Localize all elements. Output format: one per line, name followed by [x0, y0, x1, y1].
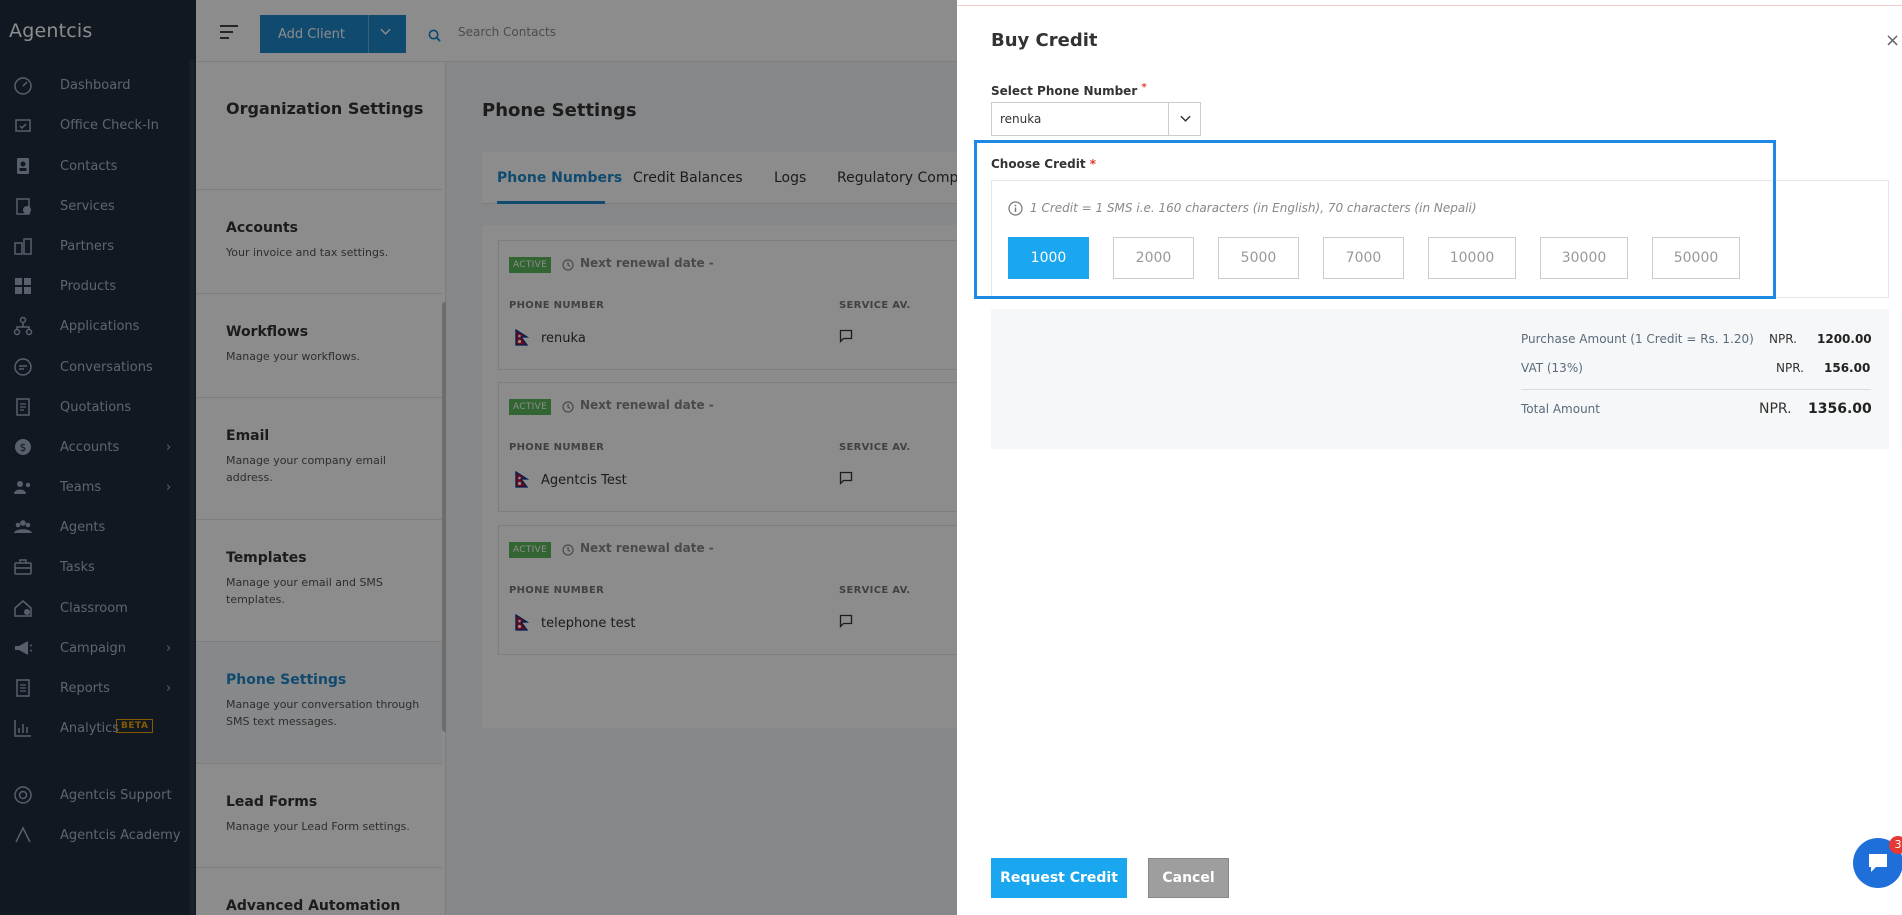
- price-summary: Purchase Amount (1 Credit = Rs. 1.20) NP…: [991, 309, 1889, 449]
- purchase-rate-note: (1 Credit = Rs. 1.20): [1630, 332, 1754, 346]
- select-phone-label: Select Phone Number *: [991, 82, 1147, 98]
- drawer-title: Buy Credit: [991, 30, 1098, 51]
- notification-count-badge: 3: [1889, 836, 1902, 854]
- select-phone-label-text: Select Phone Number: [991, 84, 1138, 98]
- cancel-button[interactable]: Cancel: [1148, 858, 1229, 898]
- buy-credit-drawer: Buy Credit × Select Phone Number * renuk…: [957, 5, 1902, 915]
- phone-number-select-value: renuka: [1000, 112, 1042, 126]
- vat-currency: NPR.: [1776, 361, 1804, 375]
- vat-value: 156.00: [1824, 361, 1871, 375]
- total-amount-label: Total Amount: [1521, 402, 1600, 416]
- summary-divider: [1521, 389, 1871, 390]
- phone-number-select[interactable]: renuka: [991, 102, 1201, 136]
- request-credit-button[interactable]: Request Credit: [991, 858, 1127, 898]
- total-currency: NPR.: [1759, 401, 1792, 417]
- purchase-amount-label-text: Purchase Amount: [1521, 332, 1627, 346]
- purchase-currency: NPR.: [1769, 332, 1797, 346]
- chevron-down-icon[interactable]: [1168, 103, 1201, 135]
- required-marker: *: [1141, 82, 1147, 93]
- focus-highlight: [974, 140, 1776, 299]
- purchase-amount-label: Purchase Amount (1 Credit = Rs. 1.20): [1521, 332, 1754, 346]
- chat-icon: [1869, 854, 1887, 872]
- modal-backdrop[interactable]: [0, 0, 957, 915]
- vat-label: VAT (13%): [1521, 361, 1583, 375]
- close-icon[interactable]: ×: [1885, 30, 1900, 51]
- purchase-amount-value: 1200.00: [1817, 332, 1872, 346]
- total-amount-value: 1356.00: [1808, 401, 1872, 417]
